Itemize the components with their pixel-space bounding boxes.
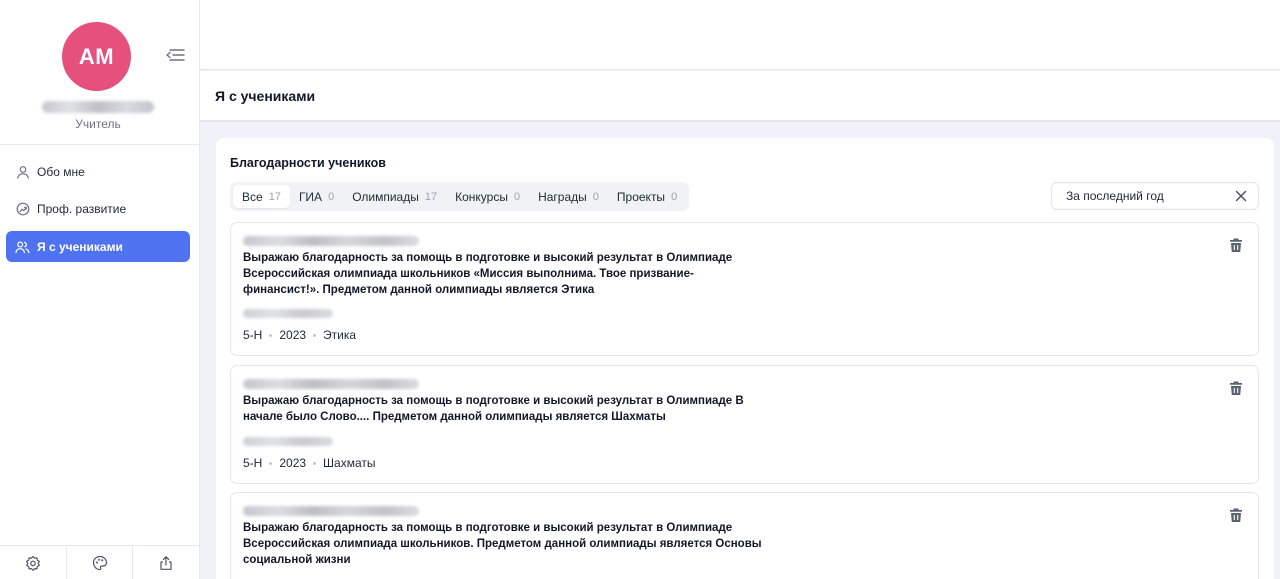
growth-icon xyxy=(15,201,30,216)
signature-blurred xyxy=(243,437,333,446)
class-label: 5-Н xyxy=(243,456,263,470)
tab-count: 17 xyxy=(268,190,281,203)
student-name-blurred xyxy=(243,236,419,246)
gratitude-message: Выражаю благодарность за помощь в подгот… xyxy=(243,252,733,296)
tab-projects[interactable]: Проекты 0 xyxy=(608,185,686,208)
student-name-blurred xyxy=(243,379,419,389)
category-tabs: Все 17 ГИА 0 Олимпиады 17 Конкурсы 0 Наг… xyxy=(230,182,690,211)
users-icon xyxy=(15,239,30,254)
trash-icon[interactable] xyxy=(1227,236,1245,254)
user-role: Учитель xyxy=(75,117,121,131)
period-filter-select[interactable]: За последний год xyxy=(1051,182,1259,210)
settings-icon[interactable] xyxy=(0,546,67,579)
tab-awards[interactable]: Награды 0 xyxy=(529,185,608,208)
separator-dot xyxy=(313,333,317,337)
avatar[interactable]: АМ xyxy=(62,22,131,91)
page-title: Я с учениками xyxy=(200,71,1280,122)
tab-count: 0 xyxy=(671,190,678,203)
gratitude-panel: Благодарности учеников Все 17 ГИА 0 Олим… xyxy=(216,138,1274,579)
separator-dot xyxy=(313,461,317,465)
sidebar-item-label: Я с учениками xyxy=(37,239,123,254)
tab-count: 0 xyxy=(513,190,521,203)
panel-title: Благодарности учеников xyxy=(230,156,386,170)
tab-olympiads[interactable]: Олимпиады 17 xyxy=(343,185,446,208)
gratitude-card: Выражаю благодарность за помощь в подгот… xyxy=(230,365,1259,484)
trash-icon[interactable] xyxy=(1227,379,1245,397)
separator-dot xyxy=(269,333,273,337)
user-name-blurred xyxy=(42,101,154,113)
sidebar-item-label: Обо мне xyxy=(37,164,85,179)
share-icon[interactable] xyxy=(133,546,199,579)
tab-all[interactable]: Все 17 xyxy=(233,185,290,208)
signature-blurred xyxy=(243,309,333,318)
gratitude-message: Выражаю благодарность за помощь в подгот… xyxy=(243,522,762,566)
sidebar-item-prof-development[interactable]: Проф. развитие xyxy=(6,193,190,224)
top-bar xyxy=(200,0,1280,70)
sidebar-item-label: Проф. развитие xyxy=(37,201,127,216)
tab-label: Проекты xyxy=(616,189,666,204)
period-filter-value: За последний год xyxy=(1066,189,1164,203)
year-label: 2023 xyxy=(279,328,307,342)
sidebar-item-students[interactable]: Я с учениками xyxy=(6,231,190,262)
tab-label: ГИА xyxy=(298,189,323,204)
tab-label: Конкурсы xyxy=(455,189,508,204)
sidebar: АМ Учитель Обо мне Проф. развитие Я с уч… xyxy=(0,0,200,579)
palette-icon[interactable] xyxy=(67,546,134,579)
tab-label: Награды xyxy=(538,189,587,204)
subject-label: Этика xyxy=(323,328,357,342)
trash-icon[interactable] xyxy=(1227,506,1245,524)
tab-count: 0 xyxy=(592,190,599,203)
collapse-menu-icon[interactable] xyxy=(163,45,187,65)
tab-label: Все xyxy=(242,189,263,204)
tab-gia[interactable]: ГИА 0 xyxy=(290,185,343,208)
subject-label: Шахматы xyxy=(323,456,376,470)
tab-count: 0 xyxy=(328,190,335,203)
year-label: 2023 xyxy=(279,456,307,470)
tab-contests[interactable]: Конкурсы 0 xyxy=(446,185,529,208)
gratitude-card: Выражаю благодарность за помощь в подгот… xyxy=(230,492,1259,579)
class-label: 5-Н xyxy=(243,328,263,342)
separator-dot xyxy=(269,461,273,465)
gratitude-message: Выражаю благодарность за помощь в подгот… xyxy=(243,395,744,423)
card-meta: 5-Н 2023 Этика xyxy=(243,328,356,342)
sidebar-item-about[interactable]: Обо мне xyxy=(6,156,190,187)
tab-label: Олимпиады xyxy=(352,189,419,204)
tab-count: 17 xyxy=(424,190,438,203)
close-icon[interactable] xyxy=(1233,188,1249,204)
sidebar-bottom-bar xyxy=(0,545,199,579)
card-meta: 5-Н 2023 Шахматы xyxy=(243,456,376,470)
sidebar-divider xyxy=(0,144,199,145)
user-icon xyxy=(15,164,30,179)
gratitude-card: Выражаю благодарность за помощь в подгот… xyxy=(230,222,1259,356)
student-name-blurred xyxy=(243,506,419,516)
